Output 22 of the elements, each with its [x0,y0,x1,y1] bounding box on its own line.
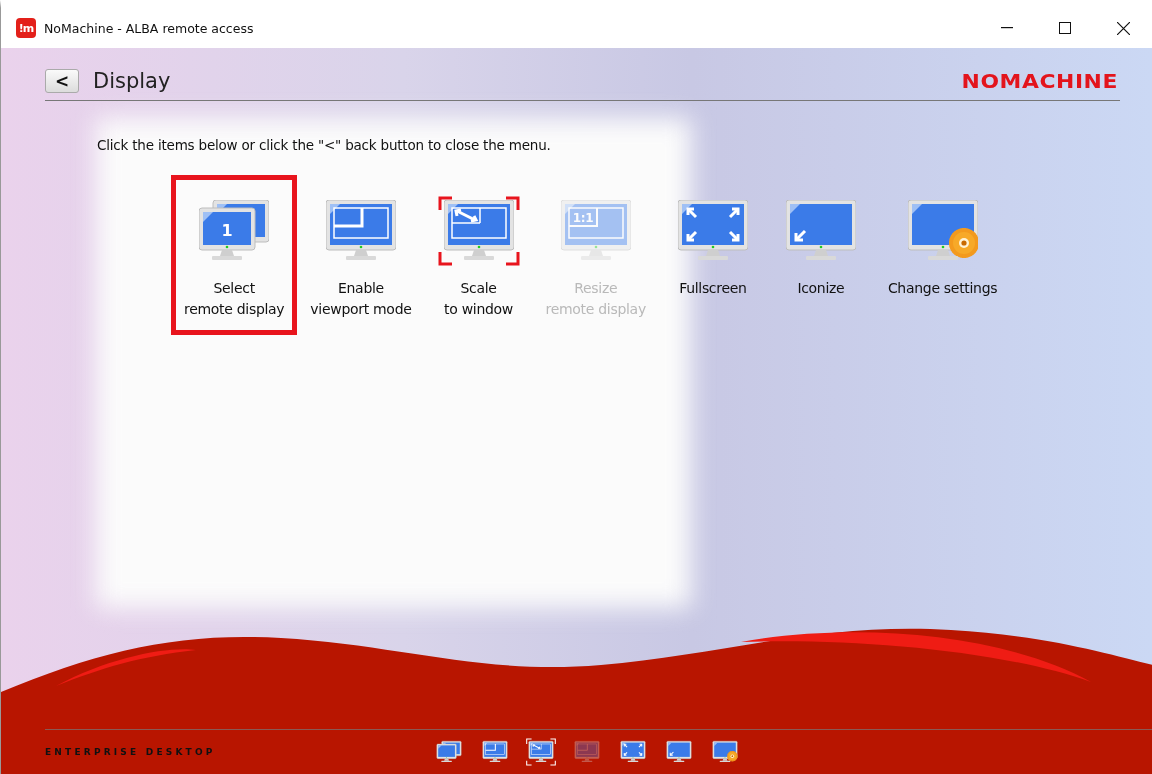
app-icon: !m [16,18,36,38]
menu-item[interactable]: Change settings [874,175,1011,314]
monitor-icon [907,200,978,262]
menu-item[interactable]: Iconize [766,175,875,314]
menu-item[interactable]: 1 Select remote display [171,175,298,335]
page-title: Display [93,69,171,93]
minimize-icon[interactable] [1001,27,1013,29]
back-button[interactable]: < [45,69,79,93]
instruction-text: Click the items below or click the "<" back button to close the menu. [97,137,552,153]
maximize-icon[interactable] [1059,22,1071,34]
toolbar-monitor-icon[interactable] [526,737,556,767]
menu-item[interactable]: Enable viewport mode [297,175,425,335]
close-icon[interactable] [1116,21,1130,35]
edition-label: ENTERPRISE DESKTOP [45,747,217,757]
window-title: NoMachine - ALBA remote access [44,20,254,36]
logo: NOMACHINE [961,70,1118,92]
monitor-icon [325,200,396,262]
menu-item[interactable]: Scale to window [424,175,533,335]
monitor-icon [443,200,514,262]
menu-item[interactable]: Fullscreen [658,175,767,314]
monitor-icon [785,200,856,262]
monitor-icon [677,200,748,262]
